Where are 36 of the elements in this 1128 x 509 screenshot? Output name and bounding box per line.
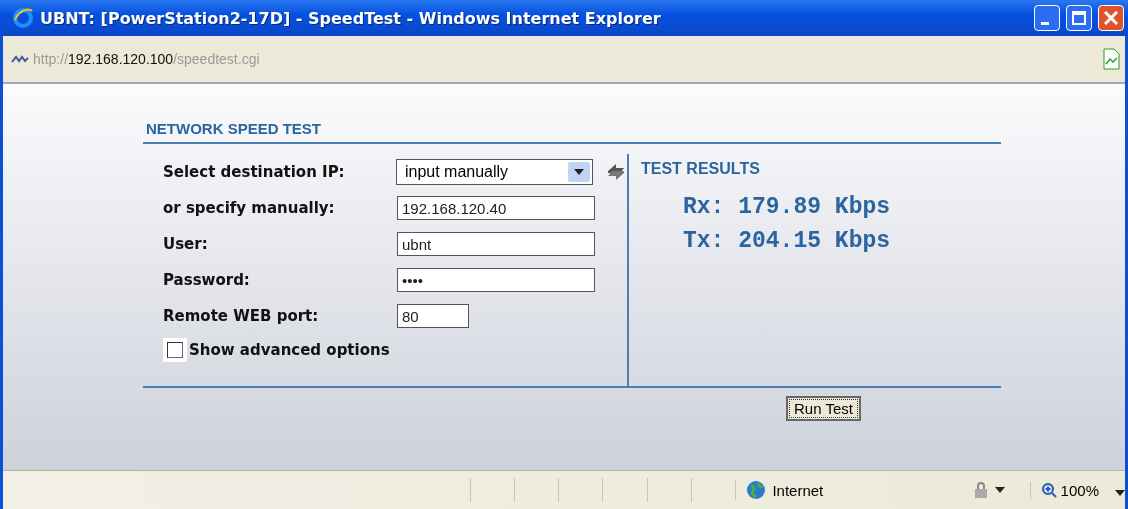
refresh-icon[interactable] <box>605 162 627 182</box>
minimize-icon <box>1041 21 1049 25</box>
input-field[interactable]: ubnt <box>397 232 595 256</box>
page-icon <box>1101 48 1121 70</box>
section-title: NETWORK SPEED TEST <box>143 120 1001 144</box>
run-test-button[interactable]: Run Test <box>786 396 861 421</box>
result-reading: Tx: 204.15 Kbps <box>682 227 892 256</box>
browser-logo-icon <box>12 7 34 29</box>
input-field[interactable]: •••• <box>397 268 595 292</box>
security-zone: Internet <box>735 480 972 500</box>
site-icon <box>11 54 29 64</box>
checkbox-label: Show advanced options <box>189 341 391 359</box>
destination-select[interactable]: input manually <box>395 159 594 185</box>
zoom-control[interactable]: 100% <box>1029 481 1099 499</box>
caret-icon <box>574 169 585 175</box>
zoom-icon <box>1040 482 1057 498</box>
maximize-button[interactable] <box>1066 5 1092 31</box>
minimize-button[interactable] <box>1034 5 1060 31</box>
input-field[interactable]: 80 <box>397 304 469 328</box>
field-label: Remote WEB port: <box>163 307 320 325</box>
input-field[interactable]: 192.168.120.40 <box>397 196 595 220</box>
close-icon <box>1104 11 1118 25</box>
caret-icon <box>995 487 1006 493</box>
caret-icon <box>1115 489 1125 496</box>
field-label: Password: <box>163 271 251 289</box>
field-label: User: <box>163 235 209 253</box>
close-button[interactable] <box>1098 5 1124 31</box>
address-bar[interactable]: http://192.168.120.100/speedtest.cgi <box>33 45 1097 73</box>
field-label: or specify manually: <box>163 199 336 217</box>
field-label: Select destination IP: <box>163 163 346 181</box>
checkbox[interactable] <box>163 338 187 362</box>
globe-icon <box>746 480 767 500</box>
maximize-icon <box>1072 11 1086 25</box>
result-reading: Rx: 179.89 Kbps <box>682 193 892 222</box>
results-title: TEST RESULTS <box>641 160 761 178</box>
window-title: UBNT: [PowerStation2-17D] - SpeedTest - Windows Internet Explorer <box>40 8 662 28</box>
